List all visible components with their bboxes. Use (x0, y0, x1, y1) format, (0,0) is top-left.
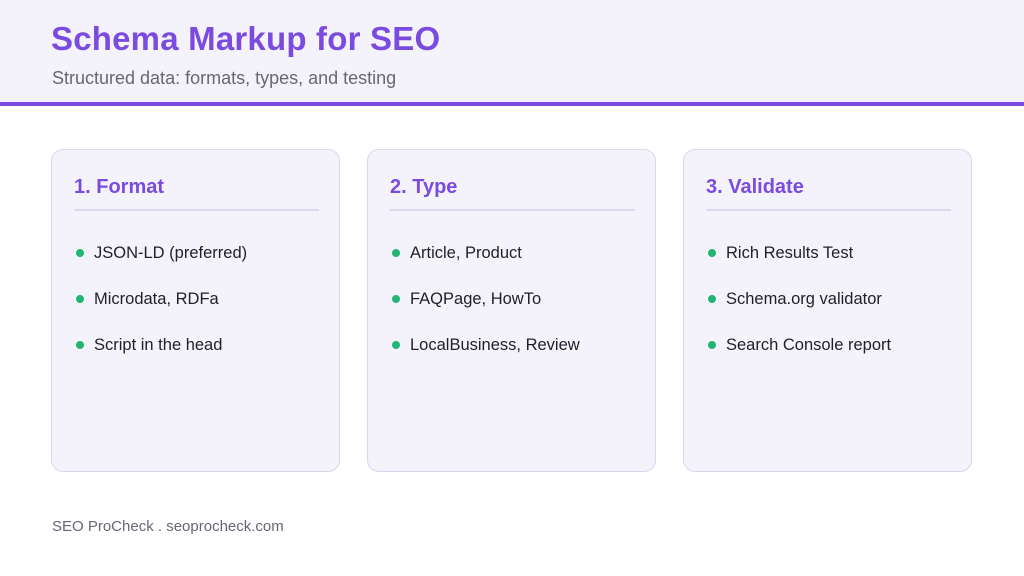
list-item-label: Search Console report (726, 336, 892, 354)
card-title: 1. Format (74, 176, 165, 198)
list-item-label: JSON-LD (preferred) (94, 244, 248, 262)
list-item-label: Microdata, RDFa (94, 290, 219, 308)
list-item-label: Rich Results Test (726, 244, 854, 262)
bullet-dot-icon (392, 249, 400, 257)
list-item: Search Console report (706, 334, 891, 380)
list-item: FAQPage, HowTo (390, 288, 580, 334)
list-item: Script in the head (74, 334, 247, 380)
card-format: 1. Format JSON-LD (preferred) Microdata,… (51, 149, 340, 472)
page-subtitle: Structured data: formats, types, and tes… (52, 68, 397, 88)
list-item-label: Script in the head (94, 336, 223, 354)
page-title: Schema Markup for SEO (51, 20, 441, 57)
list-item: JSON-LD (preferred) (74, 242, 247, 288)
bullet-dot-icon (708, 295, 716, 303)
card-type: 2. Type Article, Product FAQPage, HowTo … (367, 149, 656, 472)
bullet-dot-icon (76, 295, 84, 303)
list-item: Article, Product (390, 242, 580, 288)
card-list: JSON-LD (preferred) Microdata, RDFa Scri… (74, 242, 247, 380)
card-title: 3. Validate (706, 176, 804, 198)
list-item-label: Article, Product (410, 244, 522, 262)
card-list: Rich Results Test Schema.org validator S… (706, 242, 891, 380)
list-item-label: FAQPage, HowTo (410, 290, 542, 308)
card-divider (74, 209, 319, 211)
bullet-dot-icon (708, 249, 716, 257)
bullet-dot-icon (708, 341, 716, 349)
bullet-dot-icon (392, 341, 400, 349)
list-item: Rich Results Test (706, 242, 891, 288)
slide: Schema Markup for SEO Structured data: f… (0, 0, 1024, 576)
bullet-dot-icon (76, 249, 84, 257)
card-title: 2. Type (390, 176, 458, 198)
bullet-dot-icon (392, 295, 400, 303)
card-divider (390, 209, 635, 211)
list-item: LocalBusiness, Review (390, 334, 580, 380)
list-item-label: LocalBusiness, Review (410, 336, 580, 354)
card-list: Article, Product FAQPage, HowTo LocalBus… (390, 242, 580, 380)
footer-credit: SEO ProCheck . seoprocheck.com (52, 518, 284, 535)
header-band: Schema Markup for SEO Structured data: f… (0, 0, 1024, 106)
bullet-dot-icon (76, 341, 84, 349)
card-divider (706, 209, 951, 211)
card-validate: 3. Validate Rich Results Test Schema.org… (683, 149, 972, 472)
list-item-label: Schema.org validator (726, 290, 882, 308)
list-item: Schema.org validator (706, 288, 891, 334)
list-item: Microdata, RDFa (74, 288, 247, 334)
